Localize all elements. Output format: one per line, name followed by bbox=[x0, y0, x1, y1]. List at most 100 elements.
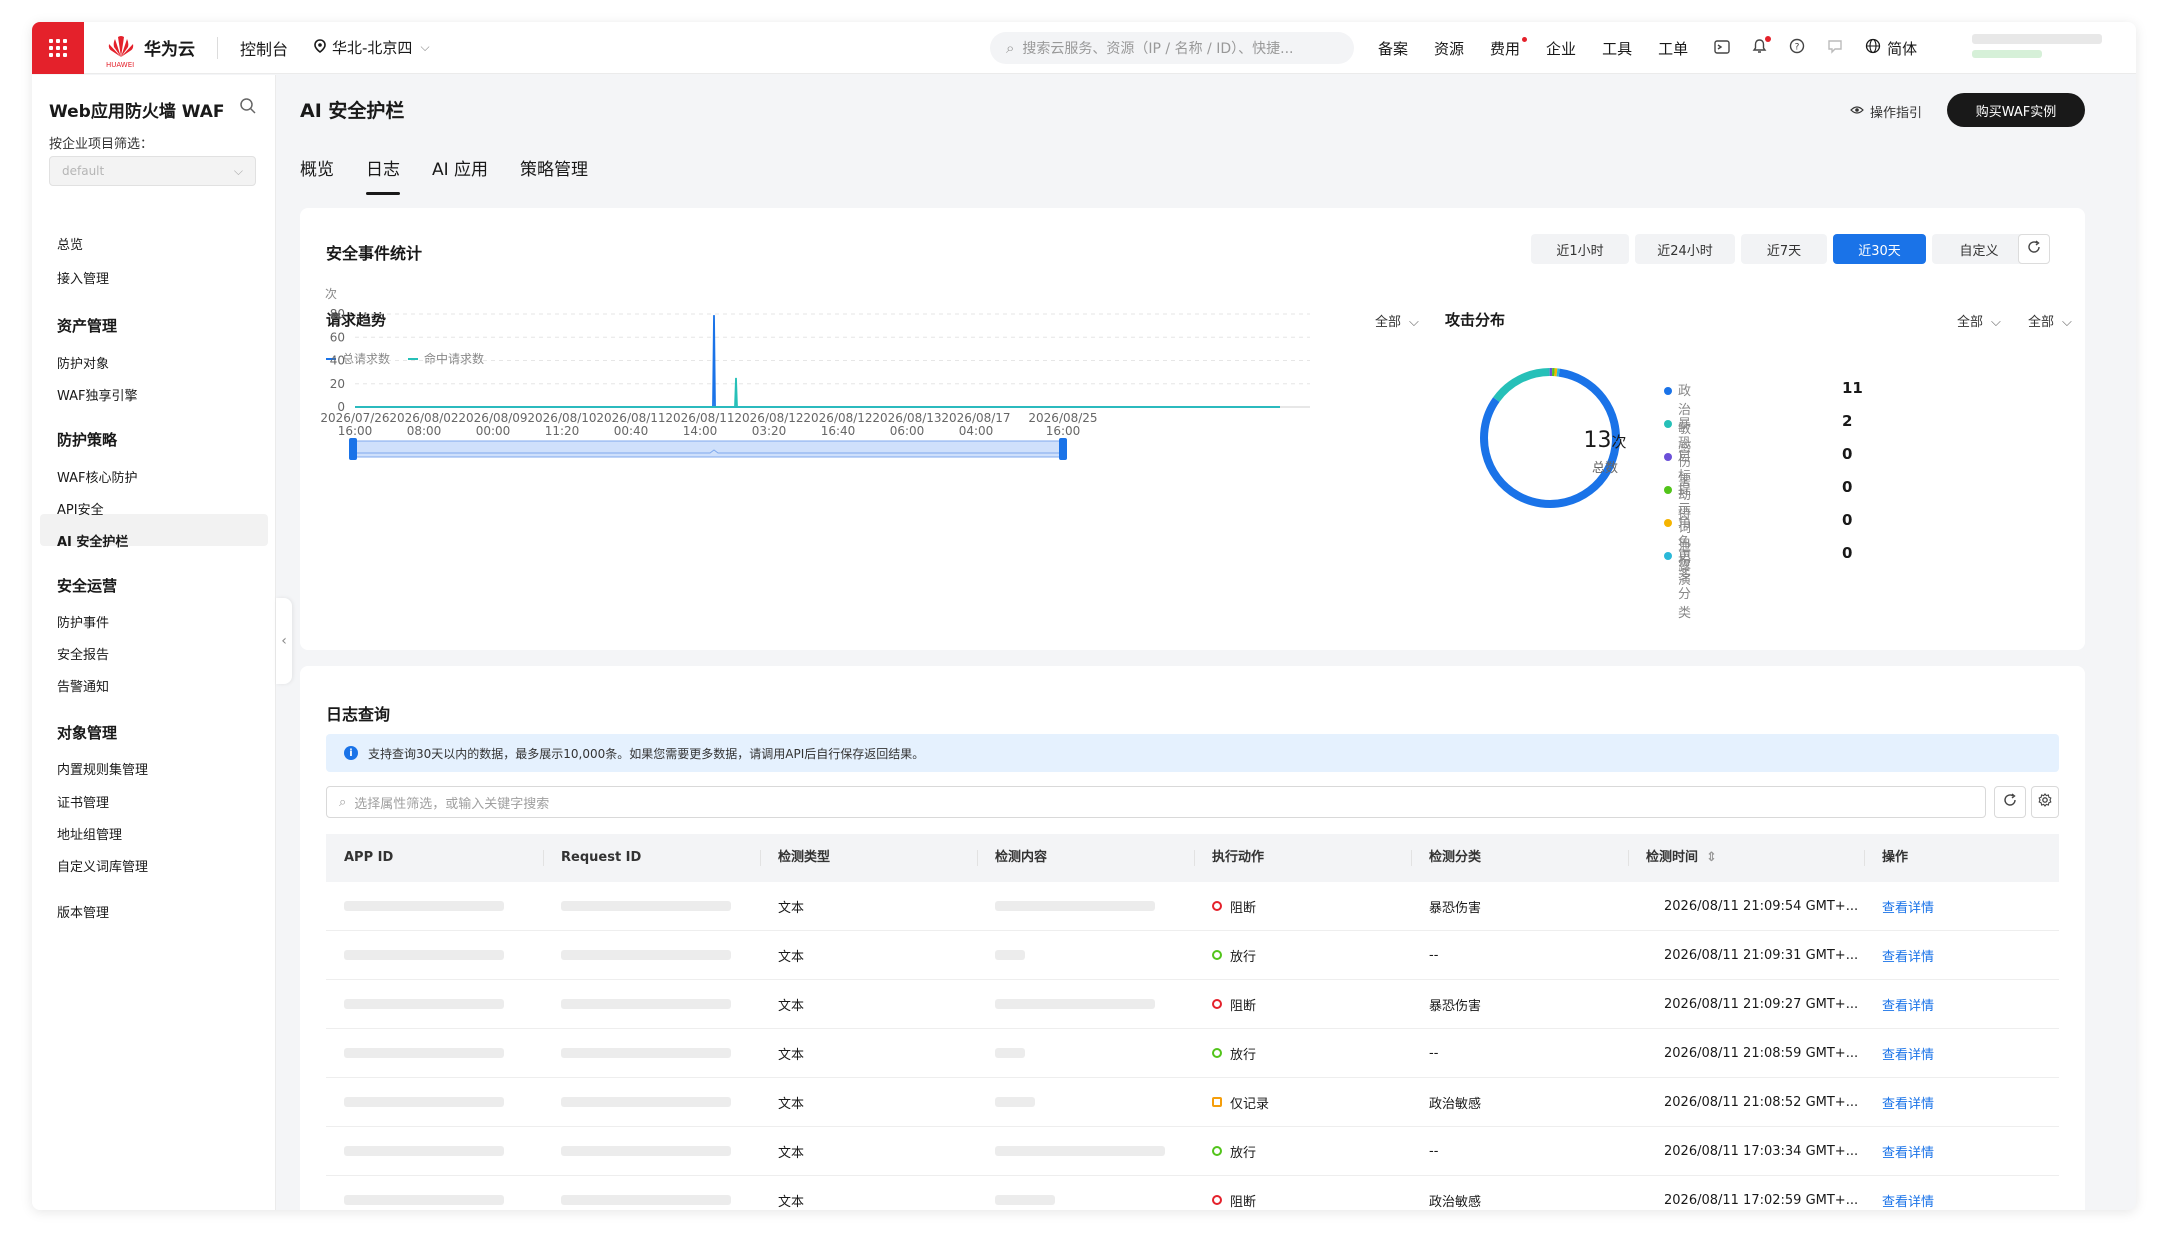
range-handle-right[interactable] bbox=[1059, 438, 1067, 460]
region-label: 华北-北京四 bbox=[332, 39, 413, 57]
redacted-value bbox=[561, 999, 731, 1009]
series-line-hit bbox=[355, 377, 1280, 408]
attack-category-count: 0 bbox=[1842, 511, 1853, 529]
nav-link-beian[interactable]: 备案 bbox=[1378, 38, 1408, 59]
menu-search-icon[interactable] bbox=[239, 97, 257, 120]
view-details-link[interactable]: 查看详情 bbox=[1882, 1146, 1934, 1161]
attack-filter-dropdown-2[interactable]: 全部 ⌵ bbox=[2028, 311, 2072, 330]
nav-link-tickets[interactable]: 工单 bbox=[1658, 38, 1688, 59]
message-icon[interactable] bbox=[1827, 39, 1843, 58]
column-settings-button[interactable] bbox=[2031, 786, 2059, 818]
log-filter-input[interactable]: ⌕ 选择属性筛选，或输入关键字搜索 bbox=[326, 786, 1986, 818]
notice-dot bbox=[1522, 36, 1528, 42]
sidebar-item[interactable]: 自定义词库管理 bbox=[57, 856, 148, 875]
brand-logo[interactable]: HUAWEI 华为云 bbox=[106, 35, 195, 69]
nav-link-enterprise[interactable]: 企业 bbox=[1546, 38, 1576, 59]
sidebar-item[interactable]: 告警通知 bbox=[57, 676, 109, 695]
col-header: 检测内容 bbox=[977, 834, 1194, 882]
sidebar-item[interactable]: 接入管理 bbox=[57, 268, 109, 287]
attack-filter-dropdown-1[interactable]: 全部 ⌵ bbox=[1957, 311, 2001, 330]
guide-link[interactable]: 操作指引 bbox=[1850, 102, 1922, 121]
terminal-icon[interactable] bbox=[1714, 39, 1730, 58]
cell-request-id bbox=[543, 1095, 760, 1110]
range-custom[interactable]: 自定义 bbox=[1932, 234, 2026, 264]
cell-action: 放行 bbox=[1194, 1044, 1411, 1063]
tab-policy[interactable]: 策略管理 bbox=[520, 155, 588, 195]
region-selector[interactable]: 华北-北京四 ⌵ bbox=[314, 37, 430, 58]
nav-link-tools[interactable]: 工具 bbox=[1602, 38, 1632, 59]
range-7d[interactable]: 近7天 bbox=[1741, 234, 1827, 264]
x-tick-label: 2026/08/25 bbox=[1028, 411, 1097, 425]
sidebar-item[interactable]: API安全 bbox=[57, 499, 104, 518]
info-banner: i 支持查询30天以内的数据，最多展示10,000条。如果您需要更多数据，请调用… bbox=[326, 734, 2059, 772]
sidebar-item[interactable]: 防护对象 bbox=[57, 353, 109, 372]
view-details-link[interactable]: 查看详情 bbox=[1882, 1048, 1934, 1063]
console-link[interactable]: 控制台 bbox=[240, 36, 288, 60]
range-handle-left[interactable] bbox=[349, 438, 357, 460]
sidebar-item[interactable]: AI 安全护栏 bbox=[57, 531, 128, 550]
range-1h[interactable]: 近1小时 bbox=[1531, 234, 1629, 264]
sidebar-item[interactable]: 内置规则集管理 bbox=[57, 759, 148, 778]
allow-icon bbox=[1212, 1146, 1222, 1156]
x-tick-label: 2026/08/11 bbox=[665, 411, 734, 425]
cell-app-id bbox=[326, 1046, 543, 1061]
action-label: 放行 bbox=[1230, 1145, 1257, 1161]
service-title: Web应用防火墙 WAF bbox=[49, 102, 225, 122]
cell-type: 文本 bbox=[760, 1142, 977, 1161]
nav-link-billing[interactable]: 费用 bbox=[1490, 36, 1528, 59]
help-icon[interactable]: ? bbox=[1789, 38, 1805, 58]
sidebar-item[interactable]: 总览 bbox=[57, 234, 83, 253]
legend-dot bbox=[1664, 420, 1672, 428]
collapse-sidebar-button[interactable]: ‹ bbox=[276, 598, 292, 684]
sidebar: Web应用防火墙 WAF 按企业项目筛选： default ⌵ 总览 接入管理 资产… bbox=[32, 75, 276, 1210]
x-tick-label: 04:00 bbox=[959, 424, 994, 438]
range-30d[interactable]: 近30天 bbox=[1833, 234, 1926, 264]
action-label: 放行 bbox=[1230, 1047, 1257, 1063]
cell-time: 2026/08/11 21:09:54 GMT+... bbox=[1628, 899, 1864, 914]
sidebar-item[interactable]: WAF独享引擎 bbox=[57, 385, 138, 404]
tab-logs[interactable]: 日志 bbox=[366, 155, 400, 195]
project-filter-select[interactable]: default ⌵ bbox=[49, 156, 256, 186]
col-header-time[interactable]: 检测时间 ⇕ bbox=[1628, 834, 1864, 882]
y-tick-label: 60 bbox=[330, 330, 345, 344]
redacted-value bbox=[995, 1195, 1055, 1205]
view-details-link[interactable]: 查看详情 bbox=[1882, 1195, 1934, 1210]
sidebar-item[interactable]: 防护事件 bbox=[57, 612, 109, 631]
global-search-input[interactable]: ⌕ 搜索云服务、资源（IP / 名称 / ID）、快捷... bbox=[990, 32, 1354, 64]
cell-content bbox=[977, 1193, 1194, 1208]
view-details-link[interactable]: 查看详情 bbox=[1882, 901, 1934, 916]
security-stats-card: 安全事件统计 近1小时 近24小时 近7天 近30天 自定义 请求趋势 全部 ⌵ … bbox=[300, 208, 2085, 650]
legend-dot bbox=[1664, 486, 1672, 494]
tab-overview[interactable]: 概览 bbox=[300, 155, 334, 195]
view-details-link[interactable]: 查看详情 bbox=[1882, 999, 1934, 1014]
sidebar-item[interactable]: 版本管理 bbox=[57, 902, 109, 921]
sidebar-item[interactable]: WAF核心防护 bbox=[57, 467, 138, 486]
x-tick-label: 2026/08/12 bbox=[803, 411, 872, 425]
tab-ai-apps[interactable]: AI 应用 bbox=[432, 155, 488, 195]
action-label: 阻断 bbox=[1230, 900, 1257, 916]
cell-action: 阻断 bbox=[1194, 897, 1411, 916]
cell-type: 文本 bbox=[760, 946, 977, 965]
language-switch[interactable]: 简体 bbox=[1865, 38, 1917, 59]
menu-grid-button[interactable] bbox=[32, 22, 84, 74]
stats-refresh-button[interactable] bbox=[2018, 234, 2050, 264]
globe-icon bbox=[1865, 38, 1881, 58]
view-details-link[interactable]: 查看详情 bbox=[1882, 1097, 1934, 1112]
sidebar-item[interactable]: 证书管理 bbox=[57, 792, 109, 811]
cell-type: 文本 bbox=[760, 995, 977, 1014]
sidebar-item[interactable]: 安全报告 bbox=[57, 644, 109, 663]
nav-link-resource[interactable]: 资源 bbox=[1434, 38, 1464, 59]
log-query-card: 日志查询 i 支持查询30天以内的数据，最多展示10,000条。如果您需要更多数… bbox=[300, 666, 2085, 1210]
log-refresh-button[interactable] bbox=[1994, 786, 2026, 818]
redacted-value bbox=[561, 1097, 731, 1107]
range-24h[interactable]: 近24小时 bbox=[1635, 234, 1735, 264]
sidebar-item[interactable]: 地址组管理 bbox=[57, 824, 122, 843]
buy-waf-button[interactable]: 购买WAF实例 bbox=[1947, 93, 2085, 127]
view-details-link[interactable]: 查看详情 bbox=[1882, 950, 1934, 965]
action-label: 放行 bbox=[1230, 949, 1257, 965]
bell-icon[interactable] bbox=[1752, 36, 1772, 58]
account-menu[interactable] bbox=[1972, 34, 2112, 62]
cell-time: 2026/08/11 17:03:34 GMT+... bbox=[1628, 1144, 1864, 1159]
detect-type: 文本 bbox=[778, 1145, 805, 1161]
block-icon bbox=[1212, 999, 1222, 1009]
